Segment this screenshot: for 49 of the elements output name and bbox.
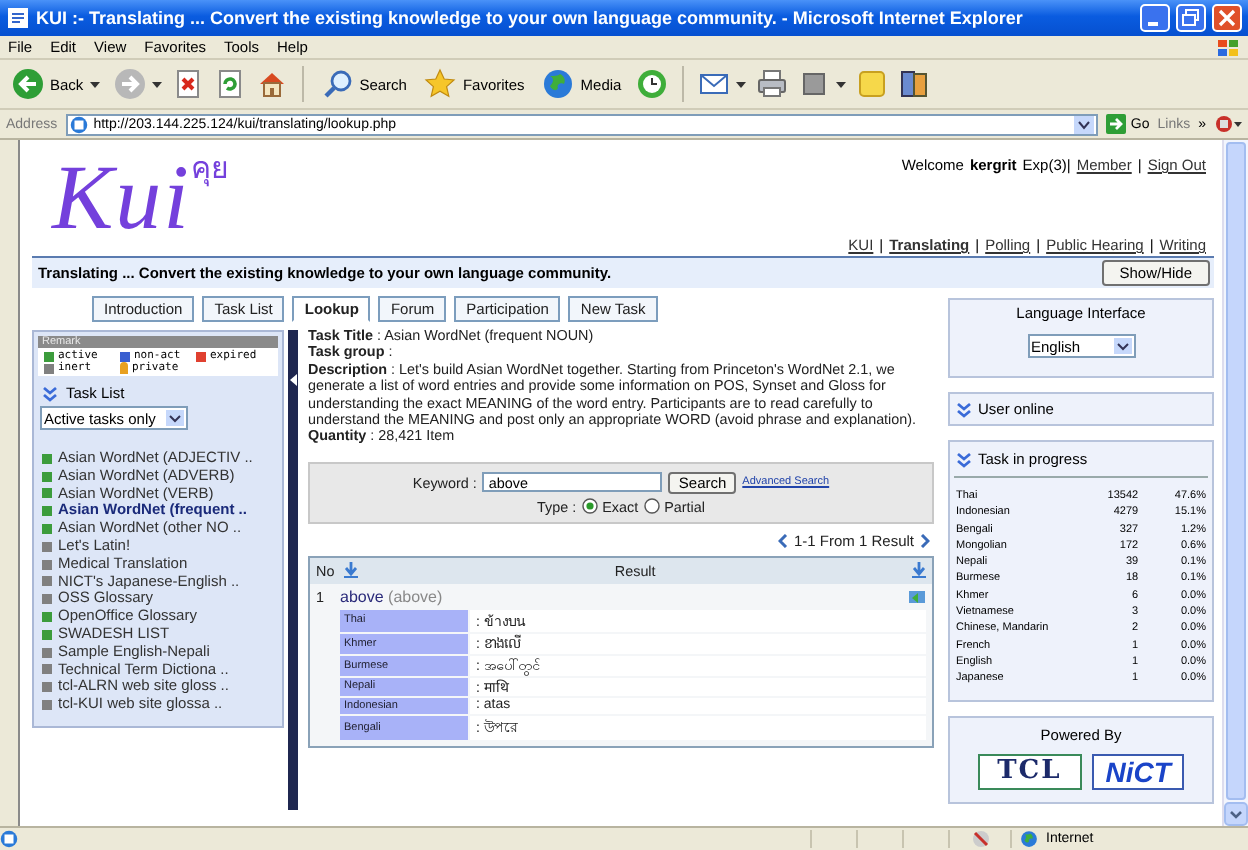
printer-icon[interactable] bbox=[755, 68, 788, 100]
previous-page-icon[interactable] bbox=[777, 533, 788, 548]
edit-icon[interactable] bbox=[797, 68, 830, 100]
dropdown-arrow-icon[interactable] bbox=[1074, 115, 1095, 133]
result-gloss: (above) bbox=[388, 587, 443, 606]
double-chevron-icon bbox=[42, 385, 58, 401]
mail-icon[interactable] bbox=[697, 68, 730, 100]
flag-icon bbox=[1216, 37, 1240, 57]
sponsor-logo[interactable]: NiCT bbox=[1091, 753, 1185, 790]
home-icon[interactable] bbox=[255, 68, 288, 100]
download-icon[interactable] bbox=[344, 562, 359, 579]
download-icon[interactable] bbox=[912, 562, 926, 579]
collapse-arrow-icon[interactable] bbox=[289, 374, 297, 386]
dropdown-arrow-icon bbox=[1113, 338, 1131, 354]
caret-icon[interactable] bbox=[835, 81, 846, 87]
export-icon[interactable] bbox=[908, 588, 926, 605]
close-button[interactable] bbox=[1212, 4, 1242, 32]
globe-icon bbox=[542, 68, 575, 100]
minimize-button[interactable] bbox=[1140, 4, 1170, 32]
page-icon bbox=[69, 115, 88, 133]
radio-button[interactable] bbox=[644, 498, 661, 515]
search-icon bbox=[321, 68, 354, 100]
go-arrow-icon bbox=[1106, 114, 1127, 134]
page-icon bbox=[6, 6, 30, 30]
result-word[interactable]: above bbox=[340, 587, 384, 606]
refresh-icon[interactable] bbox=[213, 68, 246, 100]
sponsor-logo[interactable]: TCL bbox=[977, 753, 1082, 790]
caret-icon[interactable] bbox=[151, 81, 162, 87]
thai-logo: คุย bbox=[190, 150, 229, 191]
caret-icon bbox=[89, 81, 100, 87]
dropdown-arrow-icon bbox=[166, 410, 184, 426]
next-page-icon[interactable] bbox=[920, 533, 930, 548]
book-icon[interactable] bbox=[897, 68, 930, 100]
maximize-button[interactable] bbox=[1176, 4, 1206, 32]
globe-icon bbox=[1020, 830, 1038, 848]
double-chevron-icon bbox=[956, 451, 972, 467]
scroll-down-button[interactable] bbox=[1224, 802, 1248, 826]
star-icon bbox=[424, 68, 457, 100]
page-icon bbox=[0, 830, 18, 848]
radio-button[interactable] bbox=[582, 498, 599, 515]
window-title: KUI :- Translating ... Convert the existing knowledge to your own language community. - Microsoft Internet Explorer bbox=[36, 8, 1025, 28]
stop-icon[interactable] bbox=[171, 68, 204, 100]
kui-logo: Kui bbox=[52, 148, 191, 248]
double-chevron-icon bbox=[956, 401, 972, 417]
blocked-icon bbox=[971, 830, 989, 848]
plugin-icon[interactable] bbox=[1214, 114, 1242, 134]
scroll-thumb[interactable] bbox=[1226, 142, 1246, 800]
caret-icon[interactable] bbox=[735, 81, 746, 87]
history-icon[interactable] bbox=[635, 68, 668, 100]
